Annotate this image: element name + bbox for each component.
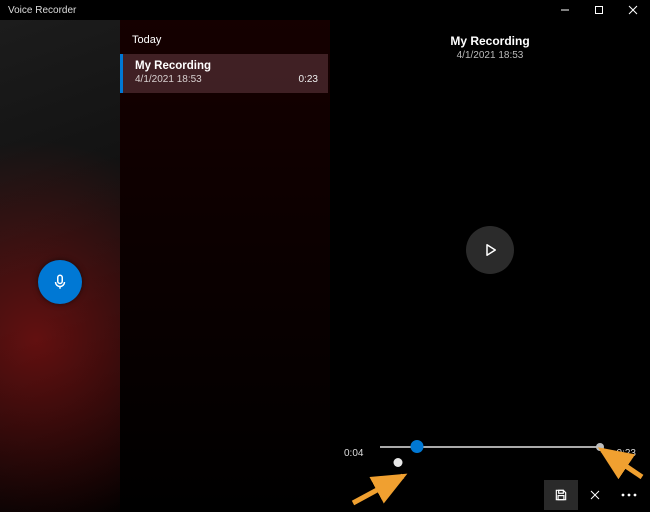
delete-icon [589,489,601,501]
play-button[interactable] [466,226,514,274]
playback-pane: My Recording 4/1/2021 18:53 0:04 0:23 [330,20,650,512]
record-pane [0,20,120,512]
playback-date: 4/1/2021 18:53 [330,50,650,61]
playback-title: My Recording [330,34,650,48]
playback-toolbar [330,480,650,512]
recording-date: 4/1/2021 18:53 [135,74,211,85]
title-bar: Voice Recorder [0,0,650,20]
total-time: 0:23 [610,448,636,459]
seek-track[interactable] [380,438,600,468]
more-button[interactable] [612,480,646,510]
delete-button[interactable] [578,480,612,510]
play-icon [481,241,499,259]
recording-item[interactable]: My Recording 4/1/2021 18:53 0:23 [120,54,328,93]
maximize-icon [594,5,604,15]
window-controls [548,0,650,20]
close-button[interactable] [616,0,650,20]
minimize-icon [560,5,570,15]
close-icon [628,5,638,15]
playhead[interactable] [411,440,424,453]
maximize-button[interactable] [582,0,616,20]
timeline: 0:04 0:23 [330,438,650,480]
save-button[interactable] [544,480,578,510]
recording-duration: 0:23 [299,74,318,85]
list-group-header: Today [120,34,330,54]
bookmark-marker[interactable] [393,458,402,467]
microphone-icon [51,273,69,291]
track-end-dot [596,443,604,451]
app-title: Voice Recorder [8,5,76,16]
save-icon [554,488,568,502]
record-button[interactable] [38,260,82,304]
minimize-button[interactable] [548,0,582,20]
recordings-list: Today My Recording 4/1/2021 18:53 0:23 [120,20,330,512]
more-icon [621,493,637,497]
current-time: 0:04 [344,448,370,459]
recording-title: My Recording [135,60,211,72]
playback-header: My Recording 4/1/2021 18:53 [330,20,650,61]
